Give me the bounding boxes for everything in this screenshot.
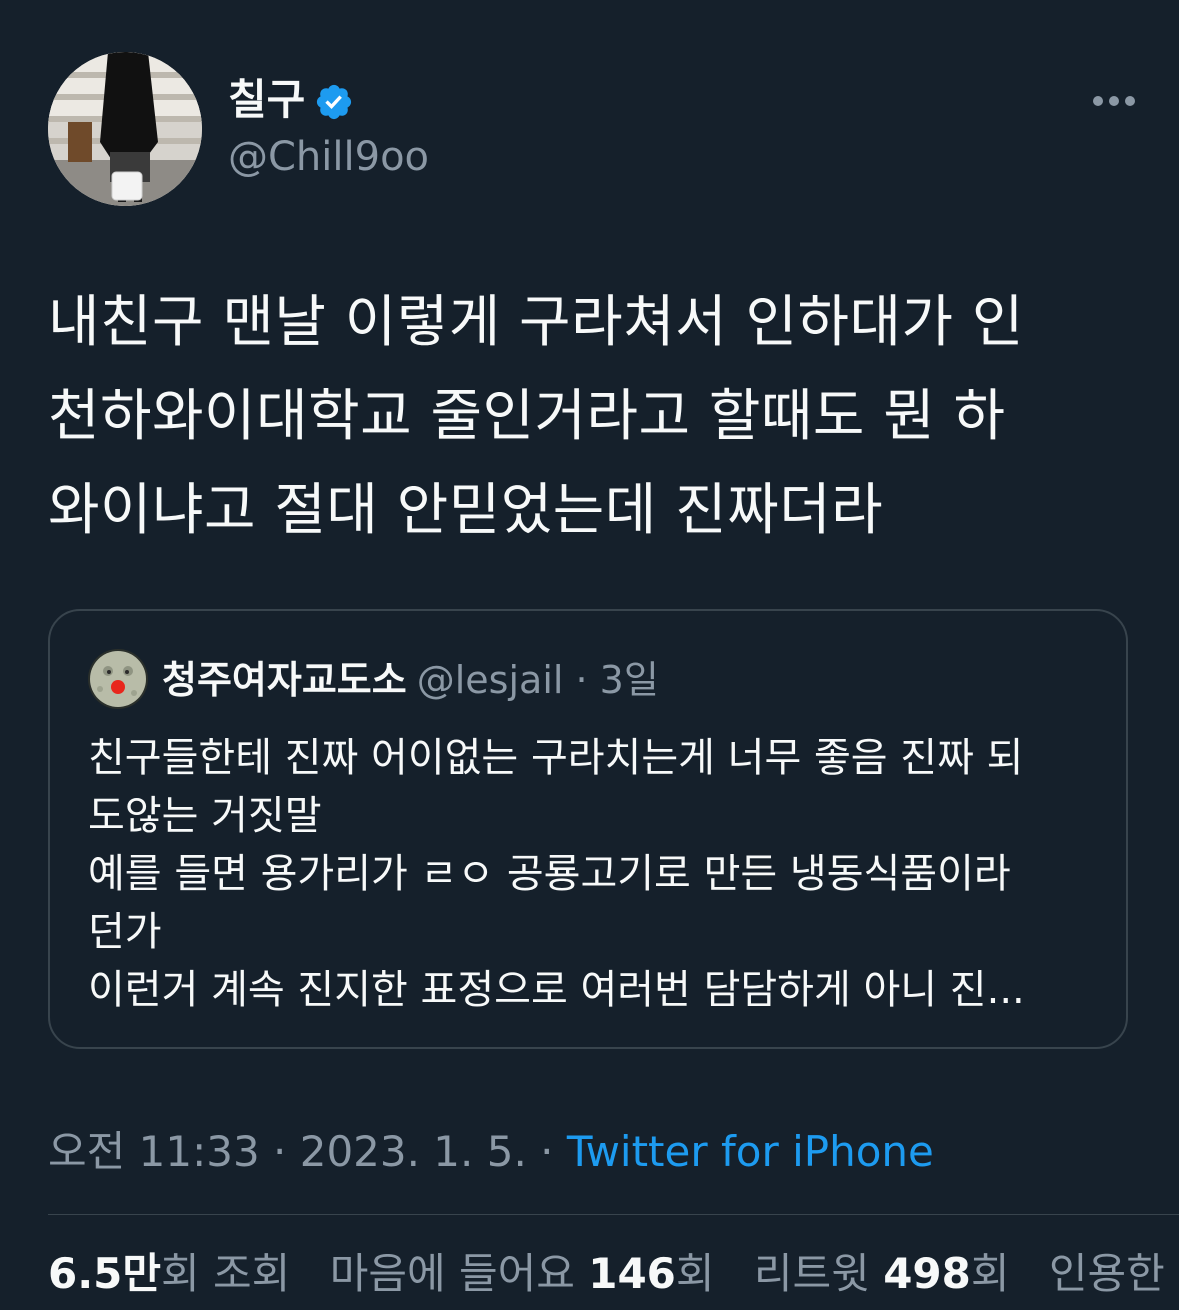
quoted-author-name: 청주여자교도소	[162, 658, 407, 702]
views-count: 6.5만	[48, 1249, 162, 1298]
quoted-author-handle-time: @lesjail · 3일	[416, 658, 659, 702]
quotes-stat[interactable]: 인용한 트윗	[1049, 1249, 1179, 1298]
avatar-image	[48, 52, 202, 206]
retweets-count: 498	[883, 1249, 971, 1298]
tweet-header: 칠구 @Chill9oo	[48, 52, 1138, 206]
quoted-author-avatar	[88, 649, 148, 709]
tweet-detail-page: 칠구 @Chill9oo 내친구 맨날 이렇게 구라쳐서 인하대가 인 천하와이…	[0, 0, 1179, 1310]
retweets-prefix: 리트윗	[753, 1249, 884, 1298]
tweet-text: 내친구 맨날 이렇게 구라쳐서 인하대가 인 천하와이대학교 줄인거라고 할때도…	[48, 290, 1024, 543]
quoted-tweet-card[interactable]: 청주여자교도소 @lesjail · 3일 친구들한테 진짜 어이없는 구라치는게…	[48, 609, 1128, 1049]
likes-suffix: 회	[675, 1249, 715, 1298]
author-handle[interactable]: @Chill9oo	[228, 132, 429, 182]
stats-divider	[48, 1214, 1179, 1215]
moon-face-avatar-image	[88, 649, 148, 709]
author-avatar[interactable]	[48, 52, 202, 206]
author-name[interactable]: 칠구	[228, 74, 305, 126]
likes-count: 146	[588, 1249, 676, 1298]
views-stat[interactable]: 6.5만회 조회	[48, 1249, 290, 1298]
tweet-stats: 6.5만회 조회 마음에 들어요 146회 리트윗 498회 인용한 트윗	[48, 1246, 1179, 1302]
verified-badge-icon	[316, 84, 352, 120]
likes-prefix: 마음에 들어요	[329, 1249, 589, 1298]
tweet-timestamp: 오전 11:33 · 2023. 1. 5. · Twitter for iPh…	[48, 1124, 934, 1180]
retweets-suffix: 회	[970, 1249, 1010, 1298]
likes-stat[interactable]: 마음에 들어요 146회	[330, 1249, 715, 1298]
quoted-tweet-meta: 청주여자교도소 @lesjail · 3일	[162, 655, 659, 705]
tweet-source-link[interactable]: Twitter for iPhone	[567, 1127, 934, 1176]
tweet-time-date[interactable]: 오전 11:33 · 2023. 1. 5. ·	[48, 1127, 567, 1176]
retweets-stat[interactable]: 리트윗 498회	[754, 1249, 1010, 1298]
more-options-icon[interactable]	[1090, 86, 1138, 116]
views-label: 회 조회	[161, 1249, 291, 1298]
quoted-tweet-text: 친구들한테 진짜 어이없는 구라치는게 너무 좋음 진짜 되 도않는 거짓말 예…	[88, 735, 1025, 1013]
